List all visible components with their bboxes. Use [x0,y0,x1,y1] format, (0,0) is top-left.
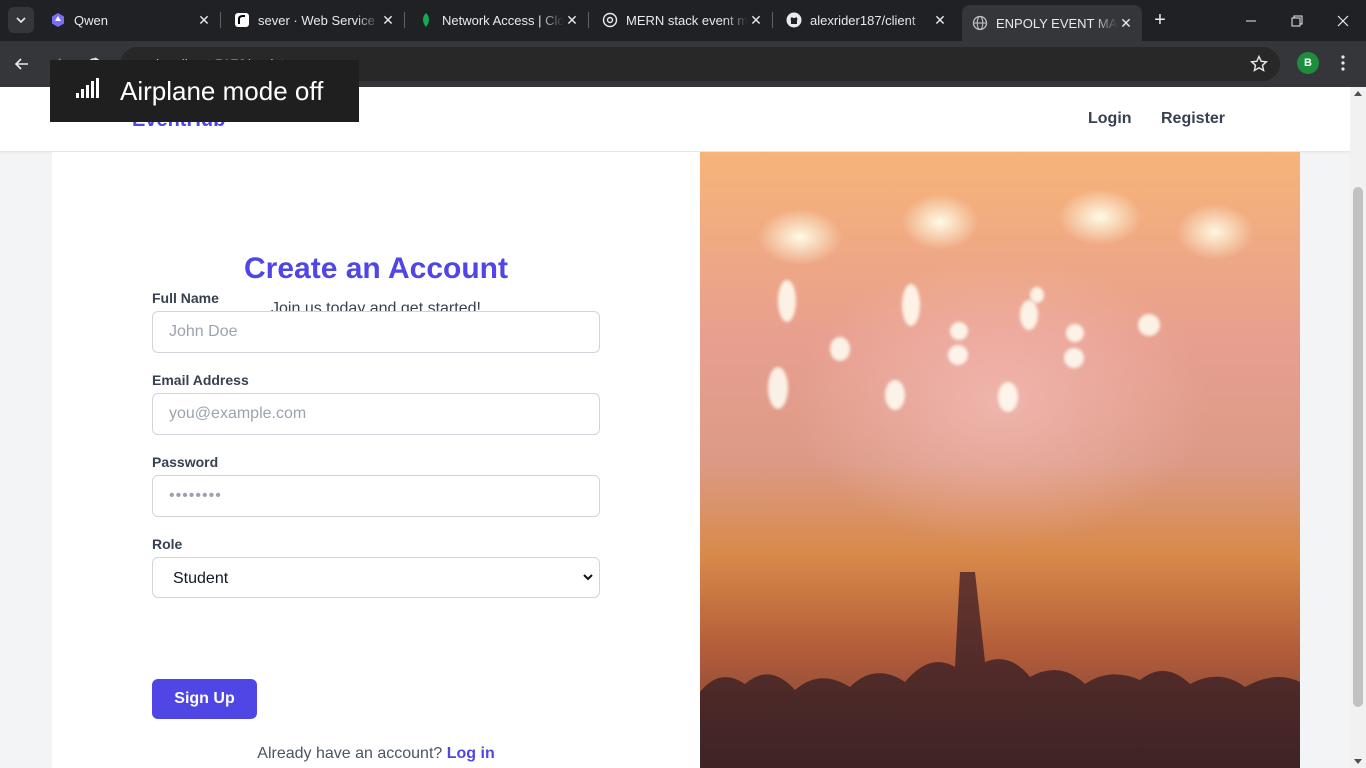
password-input[interactable] [152,475,600,517]
login-prompt-text: Already have an account? [257,745,443,762]
close-icon[interactable]: ✕ [564,12,580,28]
bokeh-light [950,322,968,340]
full-name-label: Full Name [152,290,219,306]
register-form: Create an Account Join us today and get … [52,152,700,768]
back-button[interactable] [8,50,36,78]
bokeh-light [1030,287,1044,303]
close-window-button[interactable] [1320,0,1366,41]
tab-network-access[interactable]: Network Access | Clou ✕ [408,5,589,35]
page-title: Create an Account [244,252,508,285]
globe-icon [972,15,988,31]
tab-title: alexrider187/client [810,12,916,28]
minimize-icon [1246,20,1256,21]
scrollbar-thumb[interactable] [1353,187,1363,707]
bokeh-light [1020,300,1038,330]
concert-hero-image [700,152,1300,768]
bokeh-light [830,337,850,361]
bokeh-light [1064,348,1084,368]
qwen-icon [50,12,66,28]
role-label: Role [152,536,183,552]
chevron-down-icon [581,570,595,589]
chatgpt-icon [602,12,618,28]
bokeh-light [1138,314,1160,336]
close-icon[interactable]: ✕ [196,12,212,28]
render-icon [234,12,250,28]
close-icon[interactable]: ✕ [932,12,948,28]
tab-github[interactable]: alexrider187/client ✕ [776,5,956,35]
email-label: Email Address [152,372,249,388]
bokeh-light [778,280,796,322]
nav-register-link[interactable]: Register [1161,110,1225,128]
close-icon[interactable]: ✕ [748,12,764,28]
more-vertical-icon [1341,55,1345,71]
browser-menu-button[interactable] [1333,50,1353,76]
login-link[interactable]: Log in [447,745,495,762]
toast-text: Airplane mode off [120,75,324,106]
bokeh-light [885,380,905,410]
tab-separator [404,12,405,28]
sign-up-button[interactable]: Sign Up [152,679,257,719]
profile-avatar[interactable]: B [1297,52,1319,74]
tab-separator [772,12,773,28]
bokeh-light [1066,324,1084,342]
close-icon[interactable]: ✕ [1118,15,1134,31]
restore-button[interactable] [1274,0,1320,41]
new-tab-button[interactable]: + [1150,10,1170,30]
crowd-silhouette [700,572,1300,768]
bookmark-star-icon[interactable] [1249,54,1269,78]
tab-separator [588,12,589,28]
tab-title: MERN stack event man [626,12,748,28]
minimize-button[interactable] [1228,0,1274,41]
bokeh-light [768,367,788,409]
register-card: Create an Account Join us today and get … [52,152,1300,768]
arrow-left-icon [14,58,28,70]
tab-title: sever · Web Service · [258,12,380,28]
password-label: Password [152,454,219,470]
tab-title: Qwen [74,12,108,28]
role-select[interactable]: Student [152,557,600,598]
bokeh-light [948,345,968,365]
signal-bars-icon [76,77,100,105]
tab-title: Network Access | Clou [442,12,564,28]
scroll-down-icon[interactable] [1354,759,1362,765]
github-icon [786,12,802,28]
airplane-mode-toast: Airplane mode off [50,60,359,122]
scroll-up-icon[interactable] [1354,90,1362,96]
full-name-input[interactable] [152,311,600,353]
close-icon[interactable]: ✕ [380,12,396,28]
close-icon [1337,15,1349,26]
tab-title: ENPOLY EVENT MANA [996,15,1118,31]
tab-render-service[interactable]: sever · Web Service · ✕ [224,5,405,35]
bokeh-light [998,382,1018,412]
role-selected-value: Student [173,570,229,587]
page-viewport: EventHub Login Register Create an Accoun… [0,87,1350,768]
page-scrollbar[interactable] [1350,87,1366,768]
tab-qwen[interactable]: Qwen ✕ [40,5,221,35]
tab-search-button[interactable] [8,7,34,33]
mongodb-leaf-icon [418,12,434,28]
tab-separator [220,12,221,28]
email-input[interactable] [152,393,600,435]
tab-enpoly-active[interactable]: ENPOLY EVENT MANA ✕ [962,5,1142,41]
tab-chatgpt[interactable]: MERN stack event man ✕ [592,5,773,35]
login-prompt: Already have an account? Log in [52,745,700,763]
browser-tab-strip: Qwen ✕ sever · Web Service · ✕ Network A… [0,0,1366,41]
chevron-down-icon [16,17,26,24]
bokeh-light [902,284,920,326]
restore-icon [1291,15,1303,26]
nav-login-link[interactable]: Login [1088,110,1132,128]
